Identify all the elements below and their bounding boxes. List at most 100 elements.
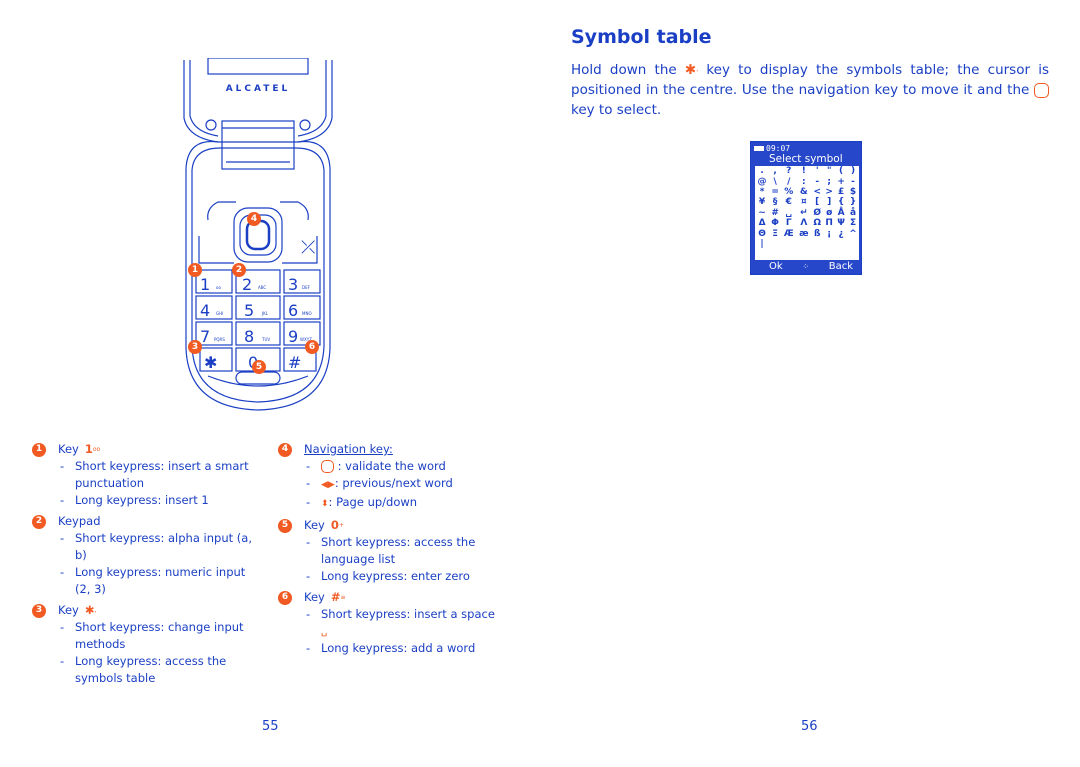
- symbol-cell[interactable]: ': [811, 166, 823, 176]
- phone-illustration: ALCATEL 123 456 789 ✱0# ooABCDEF GHIJKLM…: [178, 57, 338, 418]
- star-key-icon: ✱: [84, 603, 95, 617]
- number-badge: 6: [278, 590, 292, 605]
- symbol-cell[interactable]: ]: [823, 197, 835, 207]
- symbol-cell[interactable]: /: [781, 176, 796, 187]
- symbol-cell[interactable]: ¿: [835, 228, 847, 239]
- bullet: Long keypress: access the symbols table: [75, 654, 227, 685]
- symbol-cell[interactable]: Δ: [755, 218, 769, 228]
- symbol-cell[interactable]: Ø: [811, 208, 823, 218]
- symbol-cell[interactable]: ): [847, 166, 859, 176]
- symbol-row: ¥ § € ¤[]{}: [755, 197, 859, 207]
- symbol-cell[interactable]: å: [847, 208, 859, 218]
- symbol-cell[interactable]: ¤: [796, 197, 811, 207]
- svg-text:✱: ✱: [204, 353, 217, 372]
- symbol-cell[interactable]: .: [755, 166, 769, 176]
- symbol-cell[interactable]: |: [755, 239, 769, 249]
- bullet: : previous/next word: [334, 476, 453, 490]
- svg-text:5: 5: [244, 301, 254, 320]
- symbol-cell[interactable]: £: [835, 187, 847, 197]
- symbol-cell[interactable]: >: [823, 187, 835, 197]
- symbol-cell[interactable]: Φ: [769, 218, 781, 228]
- status-bar: 09:07: [754, 144, 790, 153]
- symbol-cell[interactable]: (: [835, 166, 847, 176]
- number-badge: 5: [278, 518, 292, 533]
- symbol-cell[interactable]: Θ: [755, 228, 769, 239]
- symbol-cell[interactable]: Σ: [847, 218, 859, 228]
- symbol-cell[interactable]: +: [835, 176, 847, 187]
- star-key-subscript: ,: [94, 607, 97, 614]
- key-1-subscript: oo: [92, 446, 101, 453]
- softkey-ok[interactable]: Ok: [769, 261, 783, 272]
- symbol-cell[interactable]: Å: [835, 208, 847, 218]
- bullet: Long keypress: insert 1: [75, 493, 209, 507]
- symbol-cell[interactable]: ↵: [796, 208, 811, 218]
- section-title: Symbol table: [571, 26, 712, 48]
- svg-text:4: 4: [200, 301, 210, 320]
- symbol-cell[interactable]: %: [781, 187, 796, 197]
- item-key-1: 1 Key 1 oo - Short keypress: insert a sma…: [32, 441, 257, 509]
- symbol-cell[interactable]: $: [847, 187, 859, 197]
- item-label: Navigation key:: [304, 442, 393, 456]
- item-keypad: 2 Keypad - Short keypress: alpha input (a…: [32, 513, 257, 598]
- symbol-cell[interactable]: #: [769, 208, 781, 218]
- symbol-cell[interactable]: [835, 239, 847, 249]
- ok-ring-icon: [1034, 82, 1049, 98]
- symbol-cell[interactable]: &: [796, 187, 811, 197]
- item-label: Key: [58, 603, 79, 617]
- symbol-cell[interactable]: -: [811, 176, 823, 187]
- bullet: : validate the word: [337, 459, 446, 473]
- symbol-cell[interactable]: [847, 239, 859, 249]
- symbol-cell[interactable]: ß: [811, 228, 823, 239]
- symbol-cell[interactable]: -: [847, 176, 859, 187]
- symbol-cell[interactable]: :: [796, 176, 811, 187]
- symbol-cell[interactable]: <: [811, 187, 823, 197]
- symbol-cell[interactable]: \: [769, 176, 781, 187]
- symbol-cell[interactable]: Ψ: [835, 218, 847, 228]
- symbol-cell[interactable]: ": [823, 166, 835, 176]
- softkey-back[interactable]: Back: [829, 261, 853, 272]
- star-key-subscript: ,: [696, 66, 699, 73]
- symbol-cell[interactable]: [823, 239, 835, 249]
- symbol-cell[interactable]: [781, 239, 796, 249]
- hash-key-icon: #: [330, 590, 341, 604]
- symbol-cell[interactable]: *: [755, 187, 769, 197]
- symbol-cell[interactable]: ;: [823, 176, 835, 187]
- symbol-cell[interactable]: Ω: [811, 218, 823, 228]
- symbol-cell[interactable]: Λ: [796, 218, 811, 228]
- symbol-cell[interactable]: @: [755, 176, 769, 187]
- svg-text:7: 7: [200, 327, 210, 346]
- symbol-cell[interactable]: {: [835, 197, 847, 207]
- key-descriptions-column-1: 1 Key 1 oo - Short keypress: insert a sma…: [32, 441, 257, 691]
- star-key-icon: ✱: [684, 62, 697, 78]
- symbol-cell[interactable]: ø: [823, 208, 835, 218]
- symbol-cell[interactable]: ?: [781, 166, 796, 176]
- symbol-cell[interactable]: =: [769, 187, 781, 197]
- symbol-cell[interactable]: ,: [769, 166, 781, 176]
- symbol-cell[interactable]: ␣: [781, 208, 796, 218]
- symbol-cell[interactable]: [796, 239, 811, 249]
- symbol-cell[interactable]: }: [847, 197, 859, 207]
- symbol-cell[interactable]: !: [796, 166, 811, 176]
- symbol-cell[interactable]: Ξ: [769, 228, 781, 239]
- item-navigation-key: 4 Navigation key: - : validate the word …: [278, 441, 503, 513]
- symbol-cell[interactable]: ¡: [823, 228, 835, 239]
- symbol-cell[interactable]: [811, 239, 823, 249]
- symbol-cell[interactable]: Æ: [781, 228, 796, 239]
- page-number-left: 55: [262, 719, 279, 734]
- svg-text:#: #: [288, 353, 301, 372]
- symbol-cell[interactable]: ¥: [755, 197, 769, 207]
- symbol-cell[interactable]: Π: [823, 218, 835, 228]
- symbol-cell[interactable]: ^: [847, 228, 859, 239]
- svg-text:DEF: DEF: [302, 285, 311, 290]
- symbol-cell[interactable]: §: [769, 197, 781, 207]
- item-label: Key: [58, 442, 79, 456]
- symbol-cell[interactable]: æ: [796, 228, 811, 239]
- symbol-cell[interactable]: Γ: [781, 218, 796, 228]
- symbol-cell[interactable]: ~: [755, 208, 769, 218]
- key-0-icon: 0: [330, 518, 339, 532]
- symbol-grid: .,?! ' "() @ \ /: -; + - * =% & < > £ $ ¥ § € ¤[]{} ~ # ␣ ↵ Øø Åå…: [755, 166, 859, 260]
- callout-badge-5: 5: [252, 360, 266, 374]
- symbol-cell[interactable]: [: [811, 197, 823, 207]
- symbol-cell[interactable]: [769, 239, 781, 249]
- symbol-cell[interactable]: €: [781, 197, 796, 207]
